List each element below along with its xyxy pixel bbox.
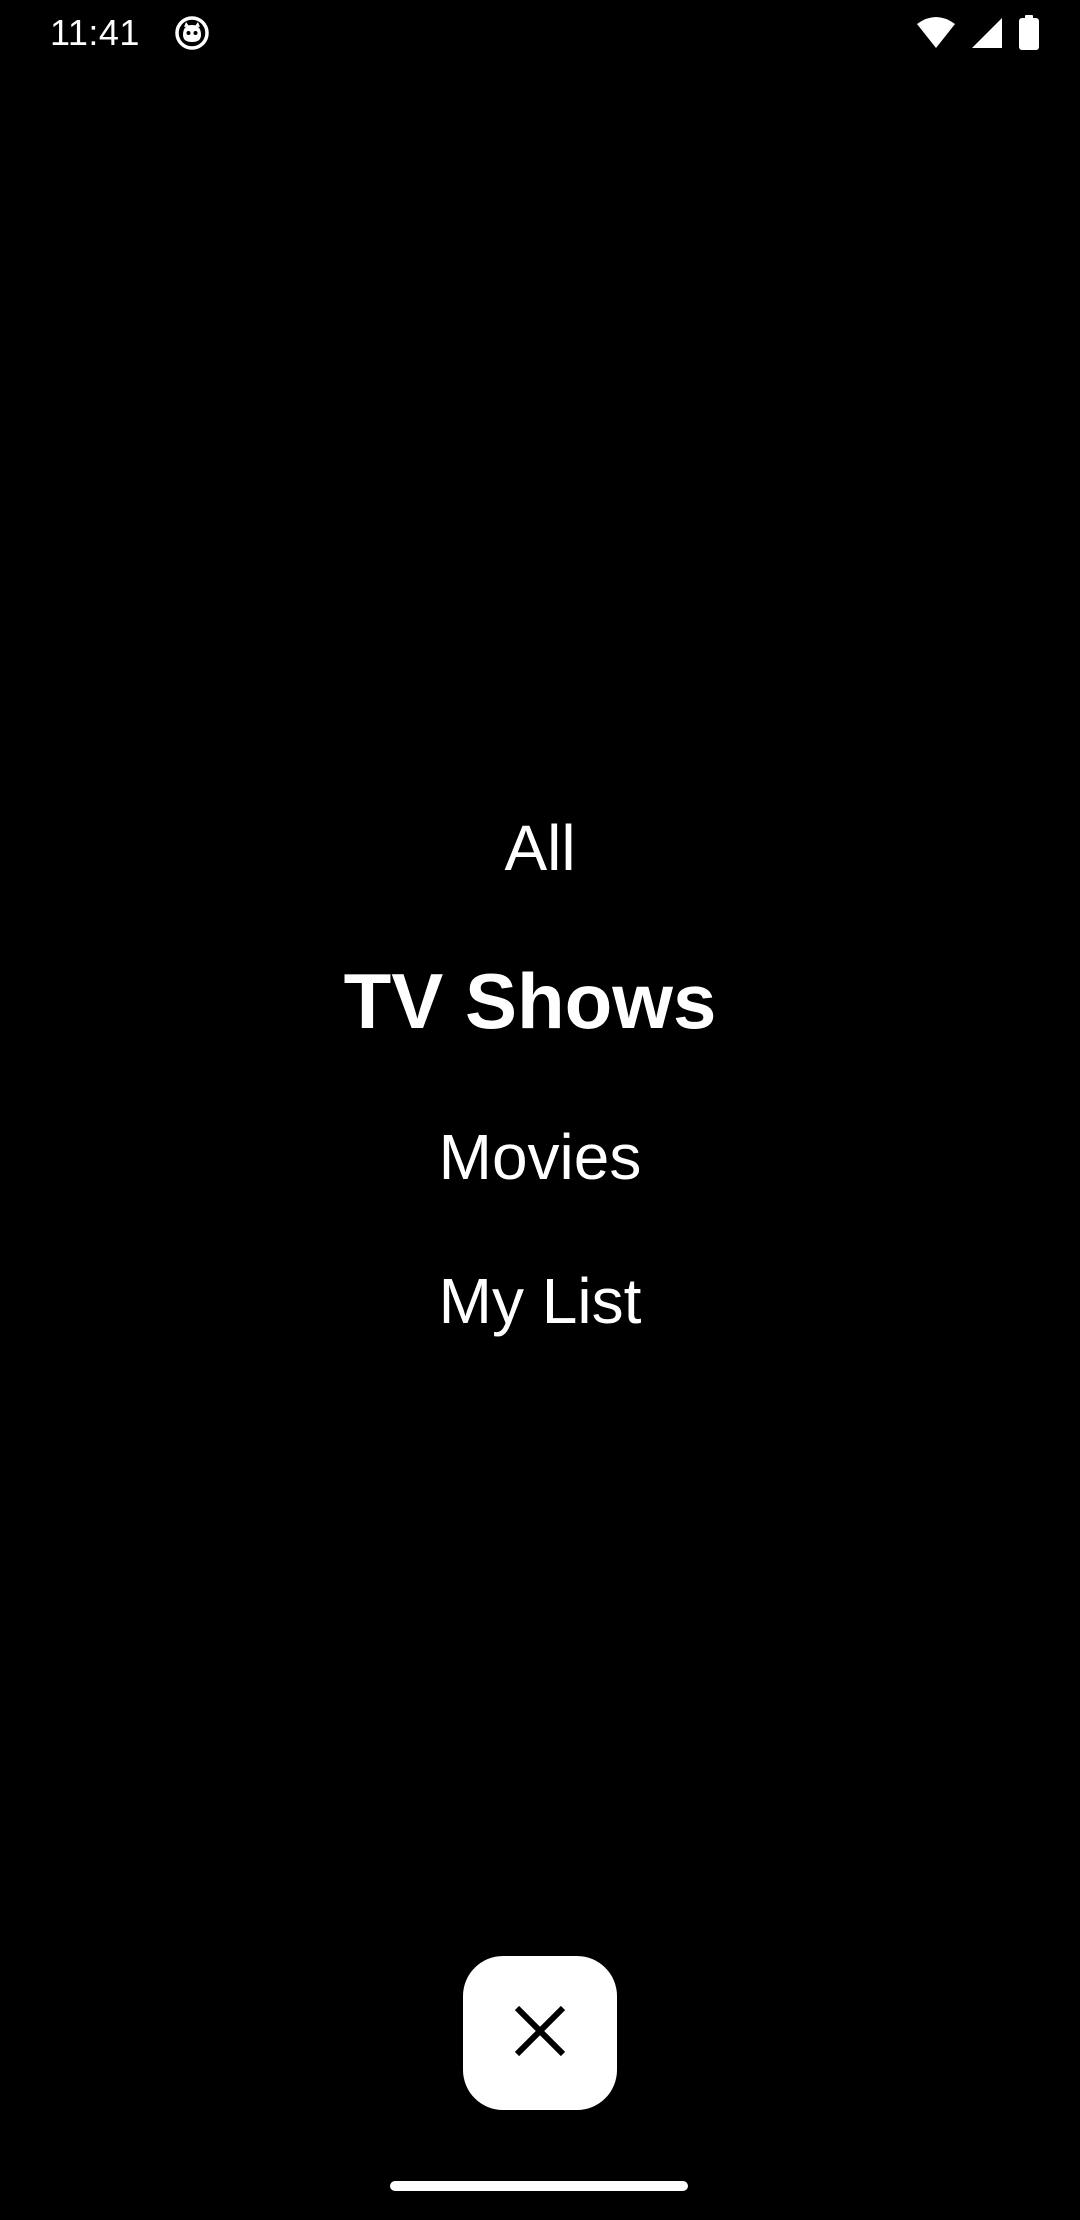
close-icon [513,2004,567,2063]
home-indicator[interactable] [390,2181,688,2191]
status-time: 11:41 [50,12,140,53]
close-button[interactable] [463,1956,617,2110]
battery-icon [1018,15,1040,51]
menu-item-my-list[interactable]: My List [0,1261,1080,1341]
app-notification-icon [174,15,210,51]
menu-item-movies[interactable]: Movies [0,1117,1080,1197]
status-bar: 11:41 [0,0,1080,66]
cellular-signal-icon [970,16,1004,50]
menu-item-tv-shows[interactable]: TV Shows [0,953,1070,1049]
wifi-icon [916,16,956,50]
status-icons [916,14,1040,52]
menu-item-all[interactable]: All [0,808,1080,888]
